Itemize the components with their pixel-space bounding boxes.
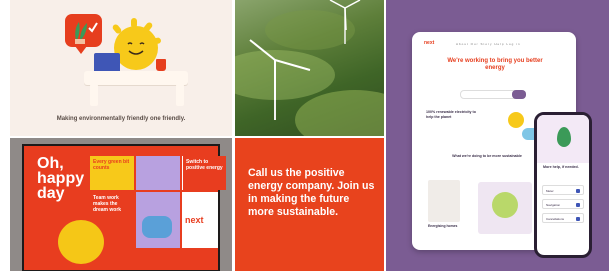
leaf-icon [557, 127, 571, 147]
nav-bar: About Our Story Help Log in [456, 42, 521, 46]
phone-row: Meter [542, 185, 584, 195]
billboard-panel [136, 192, 180, 248]
phone-row: Navigation [542, 199, 584, 209]
section-heading: 100% renewable electricity to help the p… [426, 110, 476, 119]
illustration-caption: Making environmentally friendly one frie… [56, 116, 186, 122]
statement-text: Call us the positive energy company. Joi… [248, 167, 375, 218]
section-heading: What we're doing to be more sustainable [452, 154, 522, 158]
table [84, 71, 188, 85]
website-mockup-tile: next About Our Story Help Log in We're w… [386, 0, 609, 271]
laptop-icon [94, 53, 120, 71]
smile-icon [127, 42, 145, 55]
illustration-tile: Making environmentally friendly one frie… [10, 0, 232, 136]
billboard-panel: Every green bit counts [90, 156, 134, 190]
sun-character [58, 220, 104, 264]
sun-character [508, 112, 524, 128]
phone-row: Cancellations [542, 213, 584, 223]
mug-icon [156, 59, 166, 71]
billboard-tile: Oh, happy day Every green bit counts Swi… [10, 138, 232, 271]
billboard: Oh, happy day Every green bit counts Swi… [22, 144, 226, 271]
cancel-icon [576, 217, 580, 221]
navigation-icon [576, 203, 580, 207]
speech-bubble [65, 14, 102, 54]
statement-tile: Call us the positive energy company. Joi… [235, 138, 384, 271]
billboard-brand: next [182, 192, 218, 248]
sun-character [114, 26, 158, 70]
quote-button [512, 90, 526, 99]
billboard-panel [136, 156, 180, 190]
meter-icon [576, 189, 580, 193]
article-card [428, 180, 460, 222]
phone-mockup: More help, if needed. Meter Navigation C… [534, 112, 592, 258]
brand-logo: next [424, 40, 435, 46]
phone-title: More help, if needed. [543, 165, 579, 169]
wind-farm-photo [235, 0, 384, 136]
plant-icon [75, 22, 98, 44]
card-title: Energising homes [428, 224, 458, 228]
wind-turbine-icon [249, 0, 361, 120]
billboard-panel: Team work makes the dream work [90, 192, 134, 226]
article-card [478, 182, 532, 234]
billboard-panel: Switch to positive energy [182, 156, 226, 190]
hero-headline: We're working to bring you better energy [447, 58, 543, 71]
billboard-headline: Oh, happy day [37, 155, 85, 202]
